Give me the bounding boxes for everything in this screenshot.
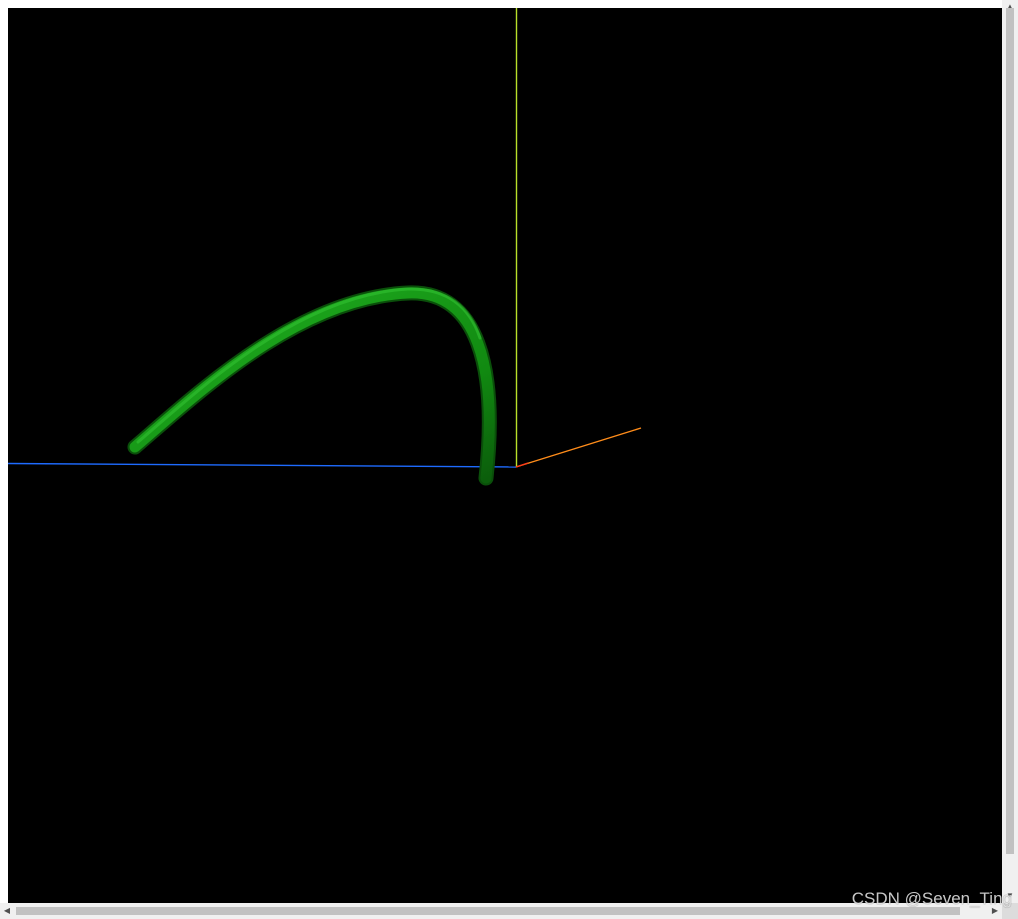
webgl-canvas[interactable] [8, 8, 1002, 903]
scroll-right-arrow-icon[interactable]: ▶ [988, 903, 1002, 919]
scene-svg [8, 8, 642, 486]
horizontal-scrollbar[interactable]: ◀ ▶ [0, 903, 1002, 919]
scroll-left-arrow-icon[interactable]: ◀ [0, 903, 14, 919]
tube-curve-highlight [129, 287, 495, 484]
vertical-scrollbar[interactable]: ▲ ▼ [1002, 0, 1018, 903]
x-axis-origin-tick [515, 462, 529, 468]
horizontal-scrollbar-thumb[interactable] [16, 907, 960, 915]
scroll-down-arrow-icon[interactable]: ▼ [1002, 889, 1018, 903]
z-axis-line [8, 462, 517, 468]
vertical-scrollbar-thumb[interactable] [1006, 8, 1014, 854]
x-axis-line [515, 427, 642, 468]
browser-window: ▲ ▼ ◀ ▶ CSDN @Seven_Ting [0, 0, 1018, 919]
scrollbar-corner [1002, 903, 1018, 919]
